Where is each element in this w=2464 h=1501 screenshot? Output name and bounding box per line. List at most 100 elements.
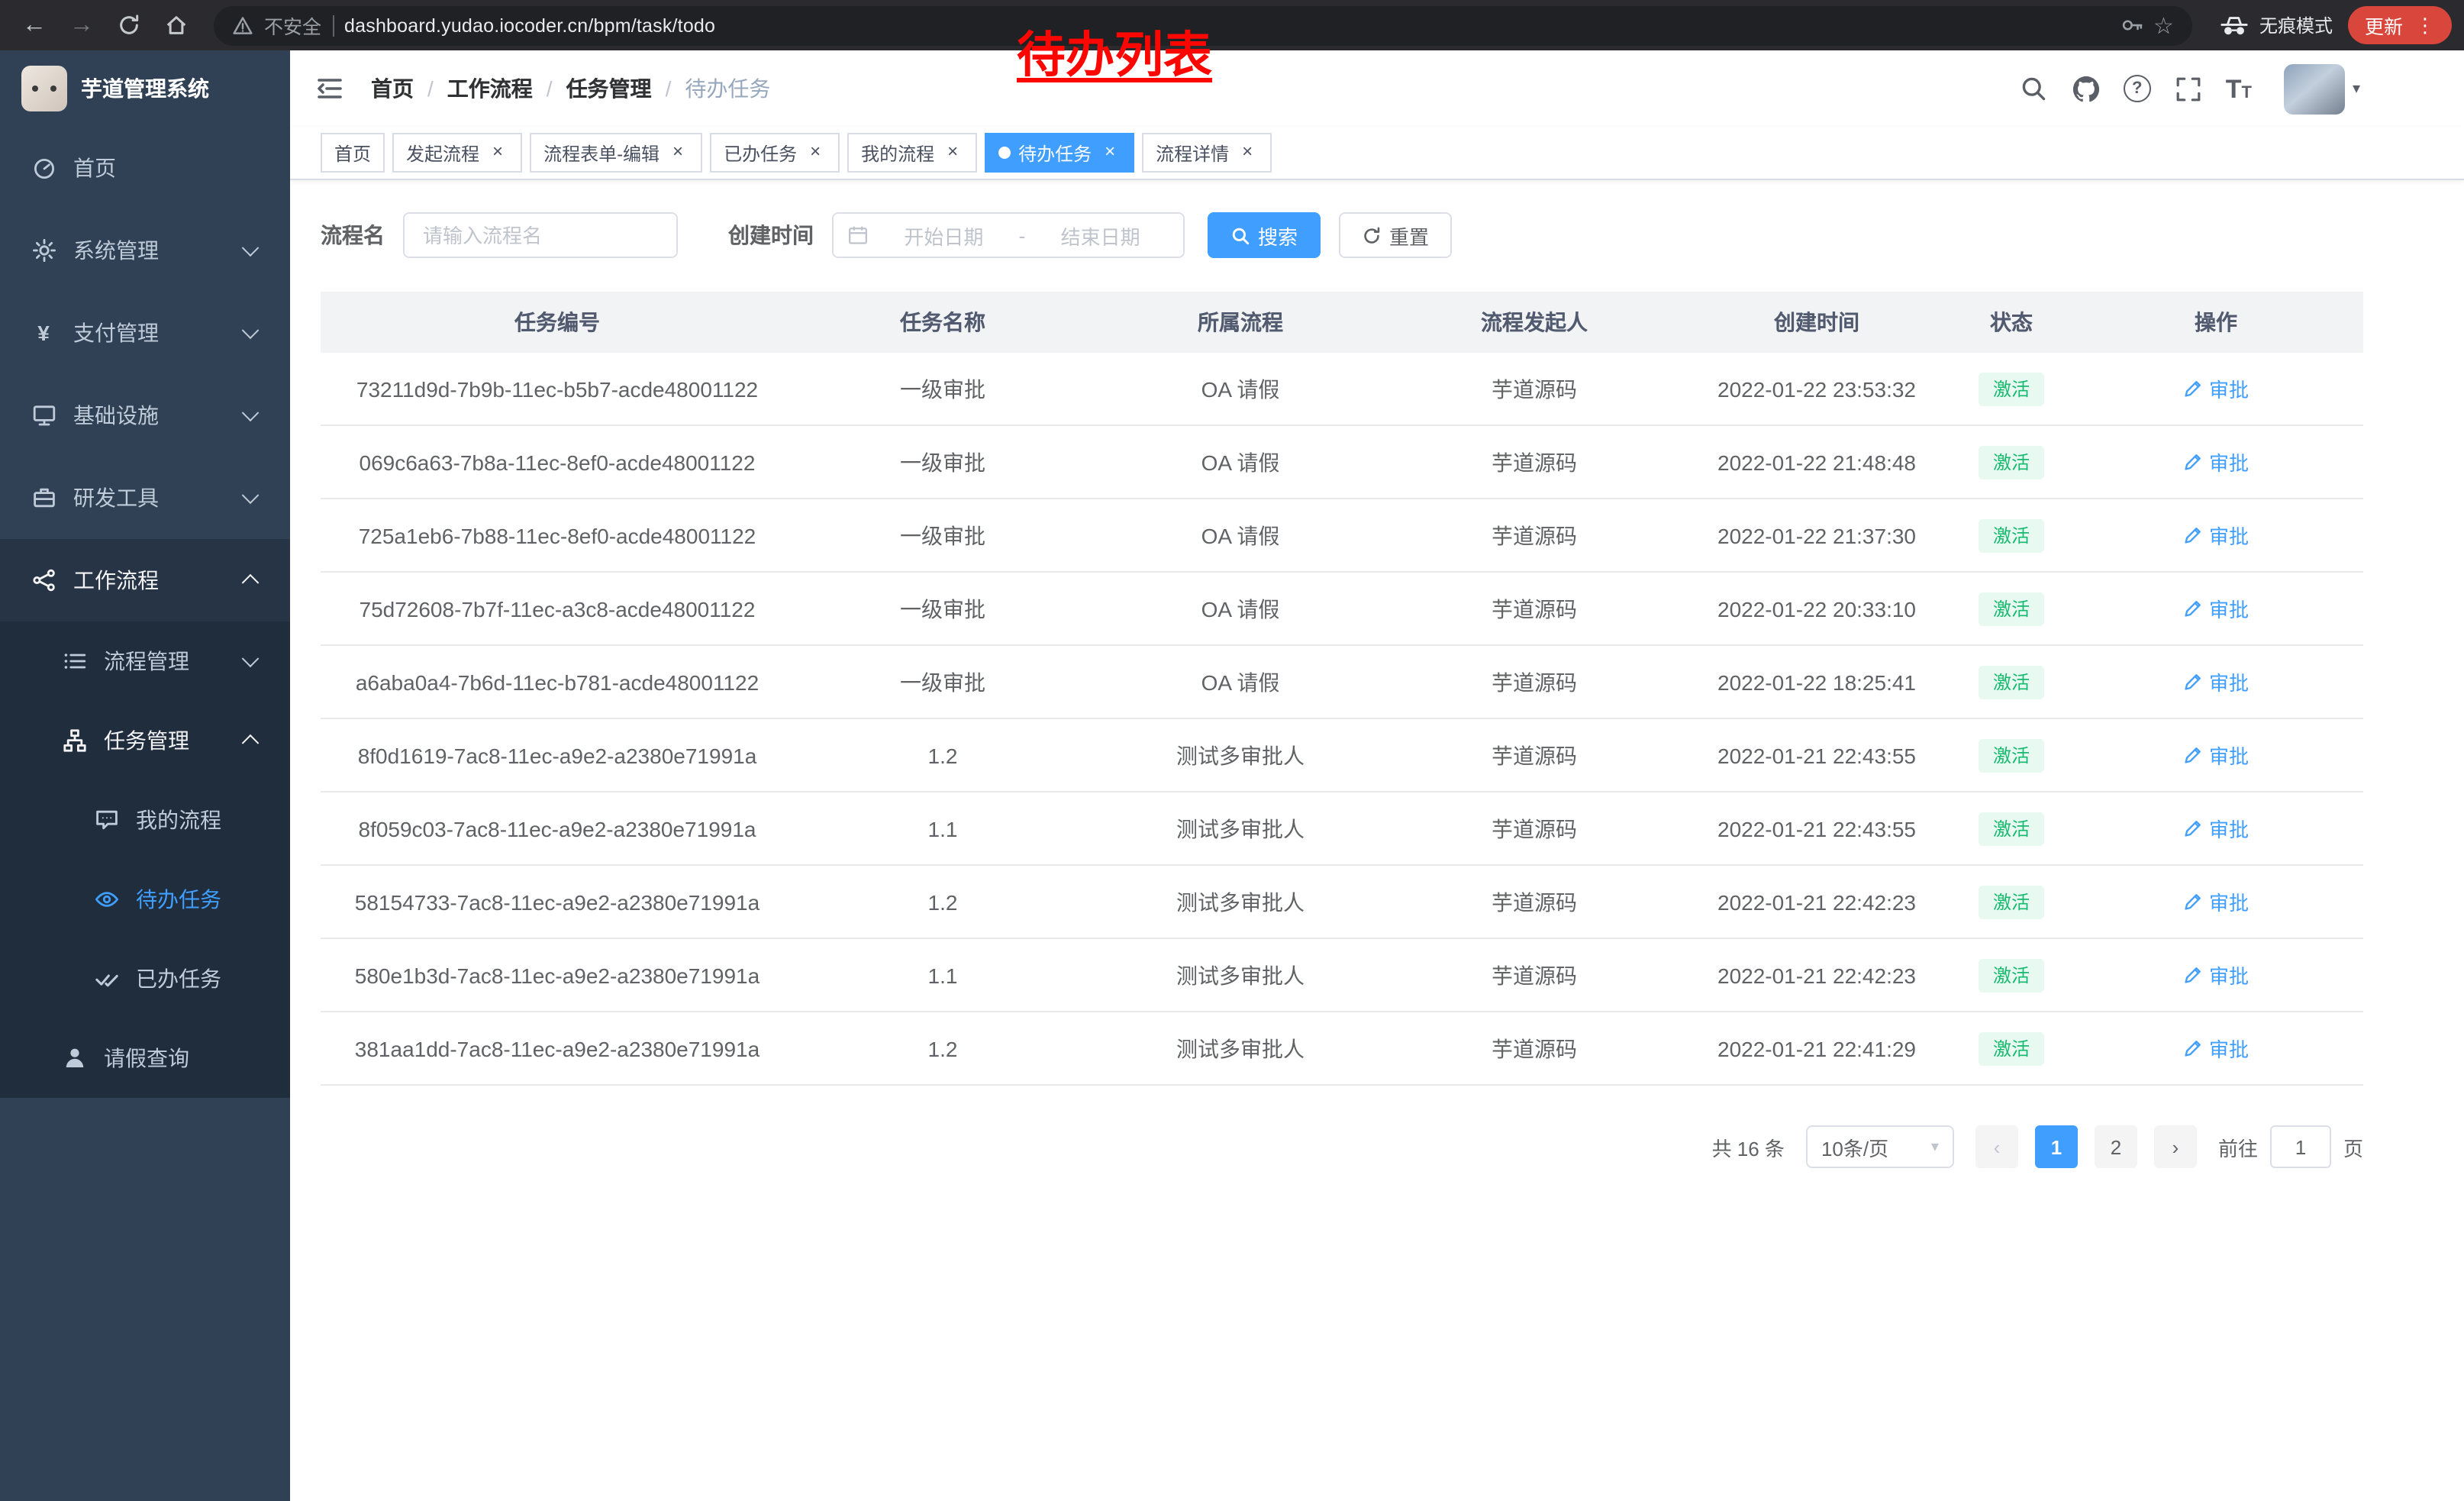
browser-menu-icon[interactable]: ⋮ — [2415, 13, 2435, 37]
breadcrumb-home[interactable]: 首页 — [371, 73, 414, 104]
tab-done-tasks[interactable]: 已办任务 × — [710, 133, 840, 173]
browser-refresh-icon[interactable] — [107, 3, 151, 47]
sidebar-item-done-tasks[interactable]: 已办任务 — [0, 939, 290, 1018]
double-check-icon — [93, 966, 119, 992]
security-label[interactable]: 不安全 — [264, 11, 321, 40]
application: ← → 不安全 dashboard.yudao.iocoder.cn/bpm/t… — [0, 0, 2464, 1501]
sidebar-item-workflow[interactable]: 工作流程 — [0, 539, 290, 621]
approve-button[interactable]: 审批 — [2183, 887, 2249, 916]
approve-button[interactable]: 审批 — [2183, 741, 2249, 770]
tab-home[interactable]: 首页 — [321, 133, 385, 173]
workflow-icon — [31, 567, 56, 593]
tab-todo-tasks[interactable]: 待办任务 × — [985, 133, 1134, 173]
approve-button[interactable]: 审批 — [2183, 1034, 2249, 1063]
logo[interactable]: 芋道管理系统 — [0, 50, 290, 127]
approve-button[interactable]: 审批 — [2183, 667, 2249, 696]
update-button[interactable]: 更新 ⋮ — [2348, 6, 2452, 44]
tab-close-icon[interactable]: × — [487, 142, 508, 163]
tab-close-icon[interactable]: × — [1099, 142, 1121, 163]
sidebar-item-label: 支付管理 — [73, 318, 159, 348]
sidebar-item-task-mgmt[interactable]: 任务管理 — [0, 701, 290, 780]
sidebar-item-my-process[interactable]: 我的流程 — [0, 780, 290, 860]
end-date-placeholder[interactable]: 结束日期 — [1031, 221, 1169, 250]
edit-icon — [2183, 672, 2203, 692]
page-size-select[interactable]: 10条/页 ▾ — [1806, 1125, 1954, 1168]
tab-label: 待办任务 — [1018, 140, 1092, 166]
approve-label: 审批 — [2209, 1034, 2249, 1063]
edit-icon — [2183, 599, 2203, 618]
cell-process: 测试多审批人 — [1092, 938, 1389, 1012]
fullscreen-icon[interactable] — [2174, 74, 2203, 103]
help-icon[interactable]: ? — [2124, 75, 2151, 102]
approve-button[interactable]: 审批 — [2183, 594, 2249, 623]
breadcrumb-workflow[interactable]: 工作流程 — [447, 73, 533, 104]
next-page-button[interactable]: › — [2154, 1125, 2197, 1168]
user-menu[interactable]: ▾ — [2284, 63, 2360, 114]
cell-task-id: 8f0d1619-7ac8-11ec-a9e2-a2380e71991a — [321, 718, 794, 792]
sidebar-collapse-icon[interactable] — [313, 72, 347, 105]
url-text[interactable]: dashboard.yudao.iocoder.cn/bpm/task/todo — [344, 15, 715, 36]
tab-close-icon[interactable]: × — [667, 142, 689, 163]
sidebar-item-process-mgmt[interactable]: 流程管理 — [0, 621, 290, 701]
search-icon[interactable] — [2020, 74, 2049, 103]
cell-task-name: 1.1 — [794, 792, 1092, 865]
logo-image — [21, 66, 67, 111]
sidebar-item-todo-tasks[interactable]: 待办任务 — [0, 860, 290, 939]
font-size-icon[interactable]: TT — [2226, 76, 2252, 102]
cell-initiator: 芋道源码 — [1389, 353, 1679, 425]
monitor-icon — [31, 402, 56, 428]
cell-task-name: 一级审批 — [794, 645, 1092, 718]
breadcrumb-current: 待办任务 — [685, 73, 770, 104]
breadcrumb-separator: / — [666, 76, 672, 101]
bookmark-star-icon[interactable]: ☆ — [2153, 11, 2174, 39]
tab-close-icon[interactable]: × — [805, 142, 826, 163]
tags-view: 首页 发起流程 × 流程表单-编辑 × 已办任务 × 我的流程 × — [290, 127, 2464, 180]
approve-button[interactable]: 审批 — [2183, 960, 2249, 989]
sidebar-item-devtools[interactable]: 研发工具 — [0, 457, 290, 539]
tab-start-process[interactable]: 发起流程 × — [392, 133, 522, 173]
cell-initiator: 芋道源码 — [1389, 938, 1679, 1012]
sidebar-item-label: 请假查询 — [104, 1043, 189, 1073]
breadcrumb-task-mgmt[interactable]: 任务管理 — [566, 73, 652, 104]
search-button-label: 搜索 — [1258, 221, 1298, 250]
sidebar-item-leave-query[interactable]: 请假查询 — [0, 1018, 290, 1098]
table-header-row: 任务编号 任务名称 所属流程 流程发起人 创建时间 状态 操作 — [321, 292, 2363, 353]
approve-button[interactable]: 审批 — [2183, 447, 2249, 476]
process-name-input[interactable] — [403, 212, 678, 258]
key-icon[interactable] — [2120, 14, 2143, 37]
browser-back-icon[interactable]: ← — [12, 3, 56, 47]
sidebar-item-infra[interactable]: 基础设施 — [0, 374, 290, 457]
tab-form-edit[interactable]: 流程表单-编辑 × — [530, 133, 702, 173]
search-button[interactable]: 搜索 — [1208, 212, 1321, 258]
col-create-time: 创建时间 — [1679, 292, 1954, 353]
incognito-icon — [2220, 15, 2249, 36]
browser-forward-icon[interactable]: → — [60, 3, 104, 47]
cell-initiator: 芋道源码 — [1389, 425, 1679, 499]
refresh-icon — [1362, 225, 1382, 245]
sidebar-item-system[interactable]: 系统管理 — [0, 209, 290, 292]
start-date-placeholder[interactable]: 开始日期 — [875, 221, 1013, 250]
browser-home-icon[interactable] — [154, 3, 198, 47]
main-panel: 流程名 创建时间 开始日期 - 结束日期 搜索 — [290, 180, 2464, 1168]
tab-my-process[interactable]: 我的流程 × — [847, 133, 977, 173]
page-button-2[interactable]: 2 — [2095, 1125, 2137, 1168]
user-avatar[interactable] — [2284, 63, 2345, 114]
cell-status: 激活 — [1954, 1012, 2069, 1085]
page-button-1[interactable]: 1 — [2035, 1125, 2078, 1168]
cell-process: 测试多审批人 — [1092, 865, 1389, 938]
tab-close-icon[interactable]: × — [1237, 142, 1258, 163]
approve-button[interactable]: 审批 — [2183, 374, 2249, 403]
tab-close-icon[interactable]: × — [942, 142, 963, 163]
goto-page-input[interactable] — [2270, 1125, 2331, 1168]
sidebar-item-payment[interactable]: ¥ 支付管理 — [0, 292, 290, 374]
table-row: 73211d9d-7b9b-11ec-b5b7-acde48001122 一级审… — [321, 353, 2363, 425]
reset-button[interactable]: 重置 — [1339, 212, 1452, 258]
sidebar-item-home[interactable]: 首页 — [0, 127, 290, 209]
approve-button[interactable]: 审批 — [2183, 521, 2249, 550]
cell-create-time: 2022-01-22 20:33:10 — [1679, 572, 1954, 645]
tab-process-detail[interactable]: 流程详情 × — [1142, 133, 1272, 173]
prev-page-button[interactable]: ‹ — [1975, 1125, 2018, 1168]
github-icon[interactable] — [2072, 74, 2101, 103]
date-range-picker[interactable]: 开始日期 - 结束日期 — [832, 212, 1185, 258]
approve-button[interactable]: 审批 — [2183, 814, 2249, 843]
